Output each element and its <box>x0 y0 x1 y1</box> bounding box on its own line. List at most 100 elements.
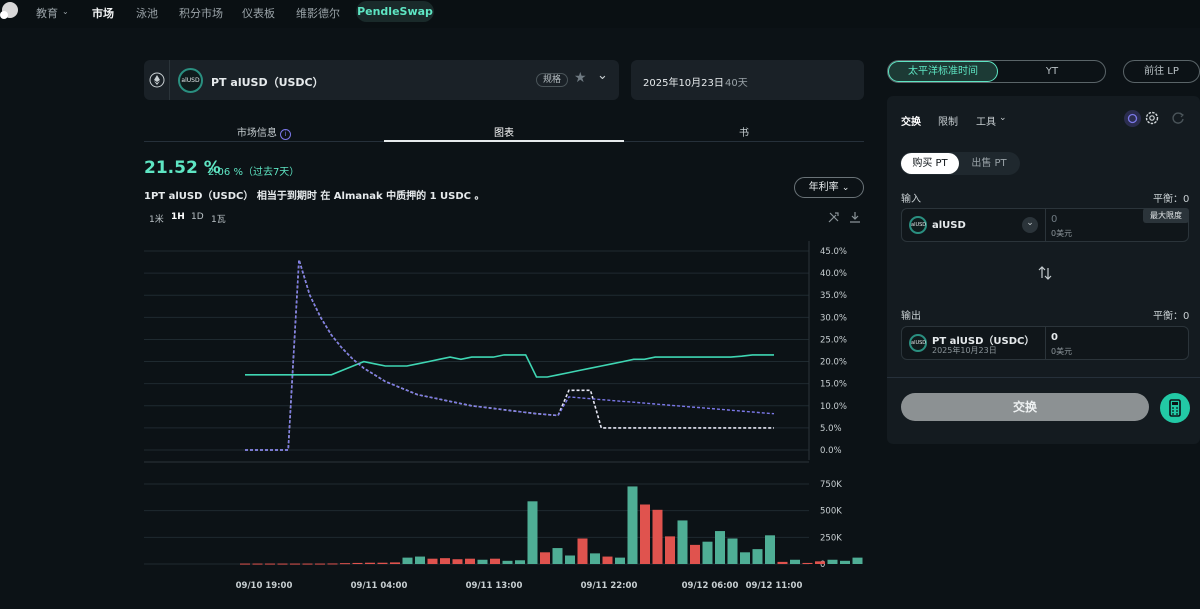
mode-pt[interactable]: 太平洋标准时间 <box>888 61 998 82</box>
volume-bar <box>477 559 488 564</box>
volume-bar <box>777 561 788 564</box>
swap-direction-icon[interactable] <box>1036 264 1054 282</box>
y-tick-label: 0.0% <box>820 446 842 456</box>
refresh-icon[interactable] <box>1171 111 1185 125</box>
timeframe-1m[interactable]: 1米 <box>149 212 164 225</box>
volume-bar <box>515 560 525 564</box>
chevron-down-icon[interactable]: ⌄ <box>597 68 608 83</box>
nav-item-governance[interactable]: 维影德尔 <box>296 5 340 21</box>
metric-dropdown-label: 年利率 <box>808 182 839 193</box>
volume-bar <box>852 557 863 564</box>
volume-bar <box>602 556 613 564</box>
y-tick-label: 20.0% <box>820 358 847 368</box>
routing-icon[interactable] <box>1124 110 1141 127</box>
x-tick-label: 09/11 04:00 <box>351 581 408 591</box>
alusd-token-icon: alUSD <box>178 68 203 93</box>
volume-bar <box>677 520 688 564</box>
tools-icon[interactable] <box>827 211 840 224</box>
volume-bar <box>565 555 575 564</box>
nav-item-pools[interactable]: 泳池 <box>136 5 158 21</box>
spec-badge[interactable]: 规格 <box>536 73 568 87</box>
volume-bar <box>652 509 663 564</box>
active-tab-indicator <box>384 140 624 142</box>
input-token-name: alUSD <box>932 220 966 231</box>
volume-bar <box>390 562 400 564</box>
calculator-button[interactable] <box>1160 393 1190 423</box>
output-balance: 平衡：0 <box>1153 311 1190 322</box>
volume-bar <box>665 536 675 564</box>
tab-swap[interactable]: 交换 <box>901 113 921 128</box>
x-tick-label: 09/11 22:00 <box>581 581 638 591</box>
y-tick-label: 5.0% <box>820 424 842 434</box>
volume-bar <box>302 563 313 565</box>
tab-market-info[interactable]: 市场信息 i <box>144 124 384 140</box>
ethereum-icon <box>149 72 165 88</box>
volume-bar <box>352 562 363 564</box>
tab-book[interactable]: 书 <box>624 124 864 139</box>
chevron-down-icon: ⌄ <box>841 183 850 193</box>
volume-bar <box>640 504 650 564</box>
volume-bar <box>427 558 438 564</box>
x-tick-label: 09/11 13:00 <box>466 581 523 591</box>
timeframe-1w[interactable]: 1瓦 <box>211 212 226 225</box>
field-divider <box>1045 327 1046 359</box>
sell-pt-button[interactable]: 出售 PT <box>960 153 1018 174</box>
volume-bar <box>440 558 450 564</box>
volume-bar <box>415 556 425 564</box>
timeframe-1h[interactable]: 1H <box>171 212 185 222</box>
volume-bar <box>815 561 825 564</box>
volume-bar <box>452 559 463 564</box>
y-tick-label: 30.0% <box>820 313 847 323</box>
volume-bar <box>340 563 350 565</box>
swap-button[interactable]: 交换 <box>901 393 1149 421</box>
nav-item-pendleswap[interactable]: PendleSwap <box>356 1 434 22</box>
nav-item-points-market[interactable]: 积分市场 <box>179 5 223 21</box>
volume-bar <box>765 535 775 564</box>
metric-dropdown[interactable]: 年利率 ⌄ <box>794 177 864 198</box>
volume-bar <box>715 531 725 564</box>
max-button[interactable]: 最大限度 <box>1143 208 1189 223</box>
x-tick-label: 09/10 19:00 <box>236 581 293 591</box>
y-tick-label: 45.0% <box>820 247 847 257</box>
panel-divider <box>887 377 1200 378</box>
field-divider <box>1045 209 1046 241</box>
volume-bar <box>752 549 763 564</box>
nav-item-education[interactable]: 教育 <box>36 5 58 21</box>
nav-item-dashboard[interactable]: 仪表板 <box>242 5 275 21</box>
alusd-token-icon: alUSD <box>909 216 927 234</box>
star-icon[interactable]: ★ <box>574 70 587 86</box>
download-icon[interactable] <box>849 211 861 224</box>
tab-limit[interactable]: 限制 <box>938 113 958 128</box>
output-token-date: 2025年10月23日 <box>932 346 997 355</box>
chevron-down-icon: ⌄ <box>62 7 69 16</box>
y-tick-label: 10.0% <box>820 402 847 412</box>
volume-bar <box>540 552 550 564</box>
buy-pt-button[interactable]: 购买 PT <box>901 153 959 174</box>
volume-bar <box>790 559 800 564</box>
price-chart[interactable]: 45.0% 40.0% 35.0% 30.0% 25.0% 20.0% 15.0% 10.0%… <box>144 236 864 596</box>
info-icon[interactable]: i <box>280 129 292 140</box>
volume-bar <box>465 558 475 564</box>
tab-chart[interactable]: 图表 <box>384 124 624 139</box>
nav-item-markets[interactable]: 市场 <box>92 5 114 21</box>
chevron-down-icon[interactable]: ⌄ <box>1022 217 1038 233</box>
tab-market-info-label: 市场信息 <box>236 128 277 139</box>
chain-selector[interactable] <box>144 60 170 100</box>
volume-bar <box>402 557 413 564</box>
timeframe-1d[interactable]: 1D <box>191 212 204 222</box>
volume-bar <box>290 563 300 565</box>
volume-tick-label: 250K <box>820 533 842 543</box>
input-amount[interactable]: 0 <box>1051 214 1057 225</box>
market-name: PT alUSD（USDC） <box>211 76 324 89</box>
tab-tools[interactable]: 工具 <box>976 113 996 128</box>
mode-yt[interactable]: YT <box>1000 60 1104 83</box>
volume-bar <box>702 541 713 564</box>
output-usd: 0美元 <box>1051 347 1073 356</box>
y-tick-label: 15.0% <box>820 380 847 390</box>
go-to-lp-button[interactable]: 前往 LP <box>1123 60 1200 83</box>
days-left: 40天 <box>725 78 748 89</box>
volume-bar <box>840 560 850 564</box>
apy-change: 2.06 %（过去7天） <box>208 167 300 178</box>
volume-bar <box>377 562 388 564</box>
gear-icon[interactable] <box>1144 110 1160 126</box>
